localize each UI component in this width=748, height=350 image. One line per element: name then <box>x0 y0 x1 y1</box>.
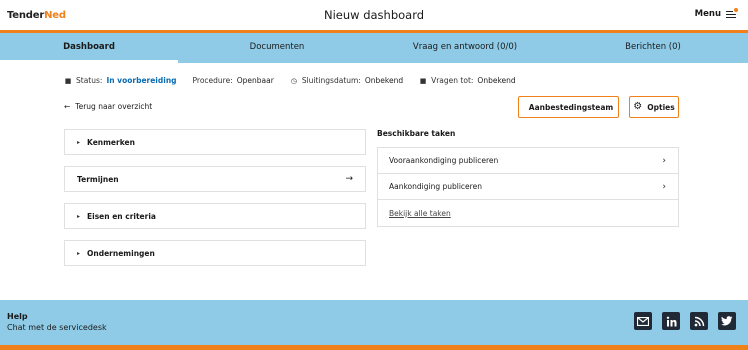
available-tasks-title: Beschikbare taken <box>377 129 456 138</box>
chevron-right-icon: › <box>662 181 666 192</box>
tasks-list: Vooraankondiging publiceren › Aankondigi… <box>377 147 679 227</box>
view-all-tasks-link[interactable]: Bekijk alle taken <box>378 200 678 226</box>
questions-until-item: ■ Vragen tot: Onbekend <box>419 76 516 85</box>
tag-icon: ■ <box>64 76 72 85</box>
menu-button[interactable]: Menu <box>694 7 738 19</box>
caret-right-icon: ▸ <box>77 249 81 257</box>
caret-right-icon: ▸ <box>77 212 81 220</box>
tab-bar: Dashboard Documenten Vraag en antwoord (… <box>0 33 748 63</box>
accordion-eisen-en-criteria[interactable]: ▸ Eisen en criteria <box>64 203 366 229</box>
page-title: Nieuw dashboard <box>323 8 425 22</box>
chevron-right-icon: › <box>662 155 666 166</box>
questions-until-value: Onbekend <box>477 76 516 85</box>
task-item[interactable]: Aankondiging publiceren › <box>378 174 678 200</box>
tenderned-logo[interactable]: TenderNed <box>7 10 66 21</box>
menu-label: Menu <box>694 9 721 19</box>
options-button[interactable]: ⚙ Opties <box>629 96 679 118</box>
linkedin-icon[interactable] <box>662 312 680 330</box>
accordion-termijnen[interactable]: Termijnen → <box>64 166 366 192</box>
help-title: Help <box>7 312 28 321</box>
tab-documenten[interactable]: Documenten <box>250 42 305 52</box>
procedure-item: Procedure: Openbaar <box>192 76 274 85</box>
servicedesk-chat-link[interactable]: Chat met de servicedesk <box>7 323 107 332</box>
back-to-overview-link[interactable]: ← Terug naar overzicht <box>64 102 152 111</box>
closing-date-item: ◷ Sluitingsdatum: Onbekend <box>290 76 404 85</box>
top-header: TenderNed Nieuw dashboard Menu <box>0 0 748 30</box>
procurement-team-button[interactable]: Aanbestedingsteam <box>518 96 619 118</box>
footer-accent-line <box>0 345 748 350</box>
tab-berichten[interactable]: Berichten (0) <box>625 42 681 52</box>
hamburger-icon <box>726 7 738 19</box>
mail-icon[interactable] <box>634 312 652 330</box>
active-tab-indicator <box>0 60 178 63</box>
caret-right-icon: ▸ <box>77 138 81 146</box>
closing-date-value: Onbekend <box>364 76 404 85</box>
rss-icon[interactable] <box>690 312 708 330</box>
tab-dashboard[interactable]: Dashboard <box>63 42 115 52</box>
arrow-left-icon: ← <box>64 102 71 111</box>
chat-icon: ■ <box>419 76 427 85</box>
status-bar: ■ Status: In voorbereiding Procedure: Op… <box>64 76 532 85</box>
social-links <box>634 312 736 330</box>
task-item[interactable]: Vooraankondiging publiceren › <box>378 148 678 174</box>
accordion-kenmerken[interactable]: ▸ Kenmerken <box>64 129 366 155</box>
tab-vraag-en-antwoord[interactable]: Vraag en antwoord (0/0) <box>413 42 517 52</box>
twitter-icon[interactable] <box>718 312 736 330</box>
accordion-ondernemingen[interactable]: ▸ Ondernemingen <box>64 240 366 266</box>
clock-icon: ◷ <box>290 76 297 85</box>
footer: Help Chat met de servicedesk <box>0 300 748 345</box>
status-value: In voorbereiding <box>106 76 177 85</box>
arrow-right-icon: → <box>345 174 353 184</box>
status-item: ■ Status: In voorbereiding <box>64 76 177 85</box>
procedure-value: Openbaar <box>236 76 274 85</box>
gear-icon: ⚙ <box>633 101 643 112</box>
